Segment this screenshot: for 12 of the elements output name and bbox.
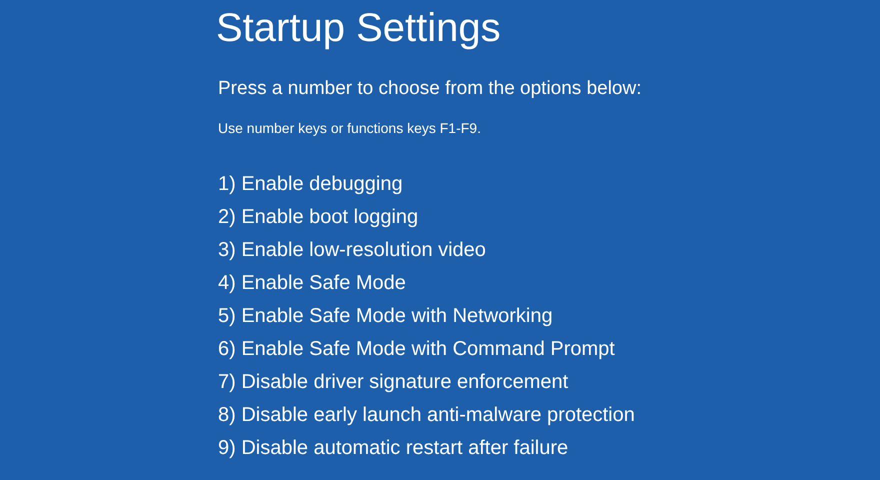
startup-option[interactable]: 2) Enable boot logging [218, 201, 880, 234]
startup-option[interactable]: 1) Enable debugging [218, 168, 880, 201]
screen-title: Startup Settings [216, 5, 502, 52]
startup-option[interactable]: 3) Enable low-resolution video [218, 234, 880, 267]
startup-option[interactable]: 6) Enable Safe Mode with Command Prompt [218, 333, 880, 366]
startup-option[interactable]: 9) Disable automatic restart after failure [218, 432, 880, 465]
hint-text: Use number keys or functions keys F1-F9. [218, 119, 482, 138]
startup-option[interactable]: 8) Disable early launch anti-malware protection [218, 399, 880, 432]
startup-option[interactable]: 7) Disable driver signature enforcement [218, 366, 880, 399]
startup-option[interactable]: 5) Enable Safe Mode with Networking [218, 300, 880, 333]
instruction-text: Press a number to choose from the options below: [218, 77, 643, 101]
startup-option[interactable]: 4) Enable Safe Mode [218, 267, 880, 300]
